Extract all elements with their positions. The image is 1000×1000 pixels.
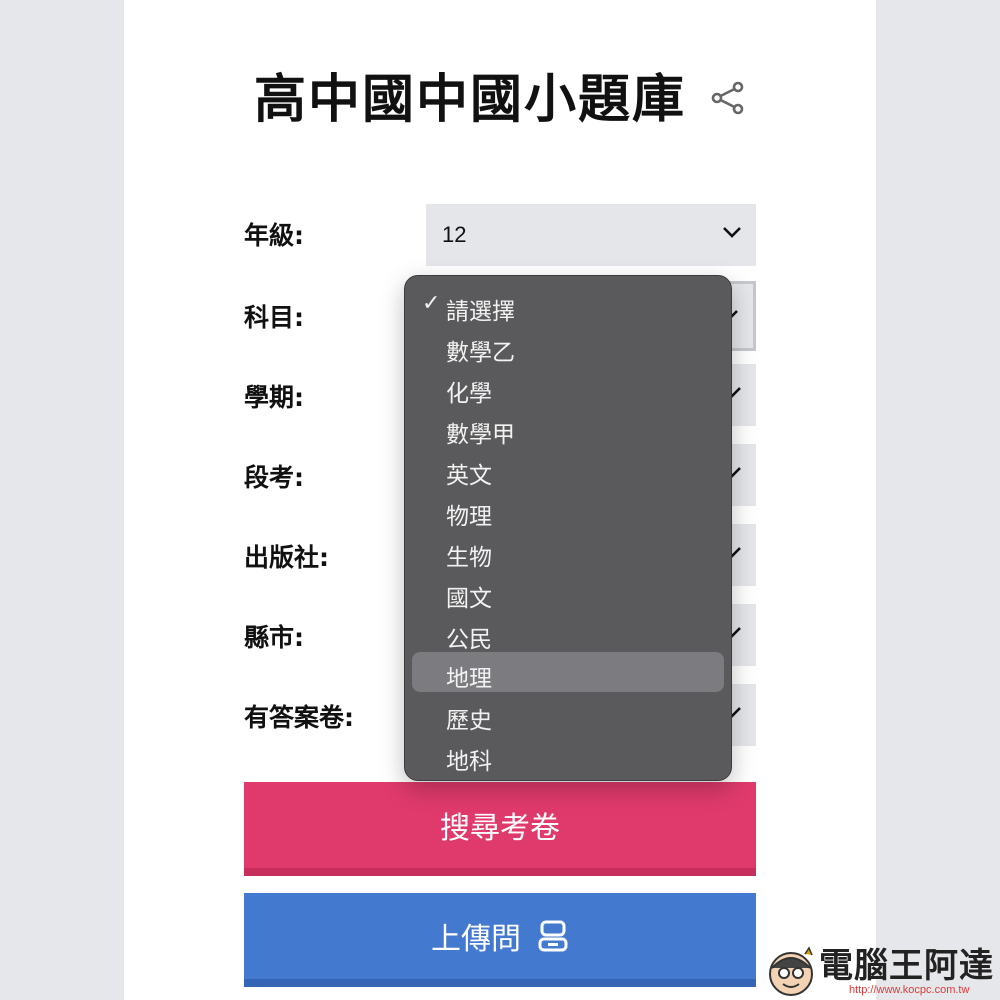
dropdown-option[interactable]: 數學甲 [412,408,724,448]
dropdown-option[interactable]: 國文 [412,572,724,612]
label-exam: 段考: [244,463,304,492]
search-exam-button[interactable]: 搜尋考卷 [244,782,756,876]
dropdown-option[interactable]: 數學乙 [412,326,724,366]
dropdown-option[interactable]: 公民 [412,613,724,653]
label-semester: 學期: [244,383,304,412]
subject-dropdown-menu: ✓ 請選擇 數學乙 化學 數學甲 英文 物理 生物 國文 公民 地理 歷史 地科 [404,275,732,781]
dropdown-option[interactable]: 物理 [412,490,724,530]
label-has-answers: 有答案卷: [244,703,354,732]
upload-question-button[interactable]: 上傳問 [244,893,756,987]
label-publisher: 出版社: [244,543,329,572]
watermark-logo: 電腦王阿達 http://www.kocpc.com.tw [765,946,994,998]
watermark-title: 電腦王阿達 [819,946,994,986]
dropdown-option[interactable]: 歷史 [412,694,724,734]
checkmark-icon: ✓ [422,291,441,316]
robot-icon [538,920,568,952]
label-county: 縣市: [244,623,304,652]
search-exam-button-label: 搜尋考卷 [440,811,560,846]
label-subject: 科目: [244,303,304,332]
mascot-face-icon [769,946,813,996]
share-icon[interactable] [710,80,746,116]
label-grade: 年級: [244,221,304,250]
dropdown-option[interactable]: 生物 [412,531,724,571]
upload-question-button-label: 上傳問 [431,922,521,957]
dropdown-option[interactable]: 化學 [412,367,724,407]
title-row: 高中國中國小題庫 [124,58,876,130]
dropdown-option[interactable]: ✓ 請選擇 [412,285,724,325]
dropdown-option[interactable]: 英文 [412,449,724,489]
chevron-down-icon [723,227,741,238]
select-grade-value: 12 [442,222,467,247]
dropdown-option[interactable]: 地科 [412,735,724,775]
page-title: 高中國中國小題庫 [253,69,686,130]
dropdown-option-hovered[interactable]: 地理 [412,652,724,692]
select-grade[interactable]: 12 [426,204,756,266]
watermark-url: http://www.kocpc.com.tw [849,984,970,996]
